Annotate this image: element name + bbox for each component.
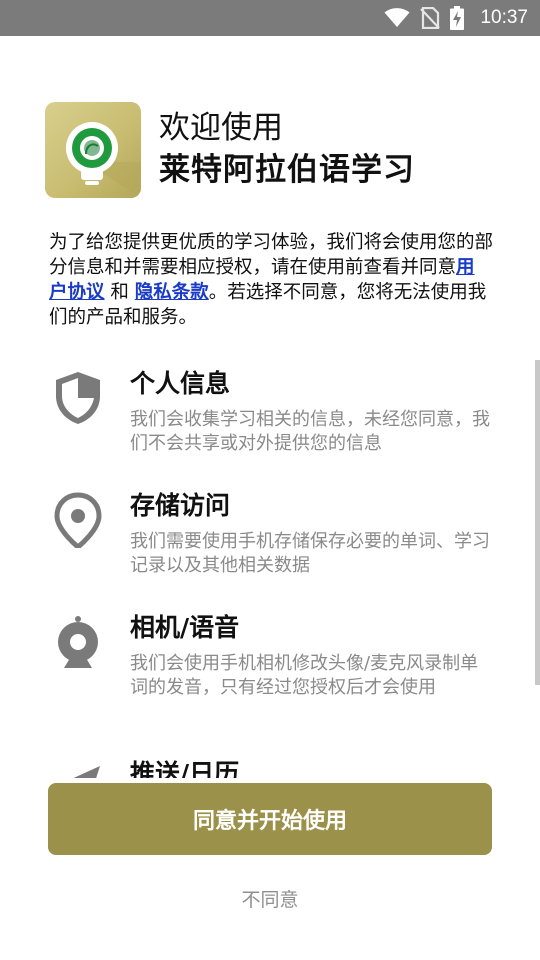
scrollbar[interactable] <box>535 360 540 685</box>
shield-icon <box>56 372 100 424</box>
status-time: 10:37 <box>480 7 528 28</box>
permission-list[interactable]: 个人信息 我们会收集学习相关的信息，未经您同意，我们不会共享或对外提供您的信息 … <box>0 360 540 778</box>
permission-desc: 我们需要使用手机存储保存必要的单词、学习记录以及其他相关数据 <box>130 531 490 576</box>
permission-title: 相机/语音 <box>130 613 240 642</box>
privacy-policy-link[interactable]: 隐私条款 <box>135 282 209 303</box>
permission-desc: 我们会收集学习相关的信息，未经您同意，我们不会共享或对外提供您的信息 <box>130 409 490 454</box>
no-sim-icon <box>420 7 441 29</box>
permission-title: 个人信息 <box>130 369 231 398</box>
wifi-icon <box>384 8 410 27</box>
agree-and-start-button[interactable]: 同意并开始使用 <box>48 783 492 855</box>
permission-title: 存储访问 <box>130 491 231 520</box>
intro-and: 和 <box>104 282 135 303</box>
privacy-intro: 为了给您提供更优质的学习体验，我们将会使用您的部分信息和并需要相应授权，请在使用… <box>49 230 493 330</box>
welcome-header: 欢迎使用 莱特阿拉伯语学习 <box>45 102 415 198</box>
intro-text-part1: 为了给您提供更优质的学习体验，我们将会使用您的部分信息和并需要相应授权，请在使用… <box>49 232 494 278</box>
permission-title: 推送/日历 <box>130 759 240 778</box>
location-pin-icon <box>54 492 102 548</box>
disagree-button[interactable]: 不同意 <box>0 885 540 912</box>
app-name: 莱特阿拉伯语学习 <box>159 152 415 188</box>
status-bar: 10:37 <box>0 0 540 36</box>
permission-desc: 我们会使用手机相机修改头像/麦克风录制单词的发音，只有经过您授权后才会使用 <box>130 653 479 698</box>
battery-charging-icon <box>450 6 465 30</box>
welcome-text: 欢迎使用 <box>159 110 283 146</box>
webcam-icon <box>58 616 98 668</box>
lightbulb-logo-icon <box>66 122 141 198</box>
send-icon <box>73 766 100 778</box>
app-logo <box>45 102 141 198</box>
